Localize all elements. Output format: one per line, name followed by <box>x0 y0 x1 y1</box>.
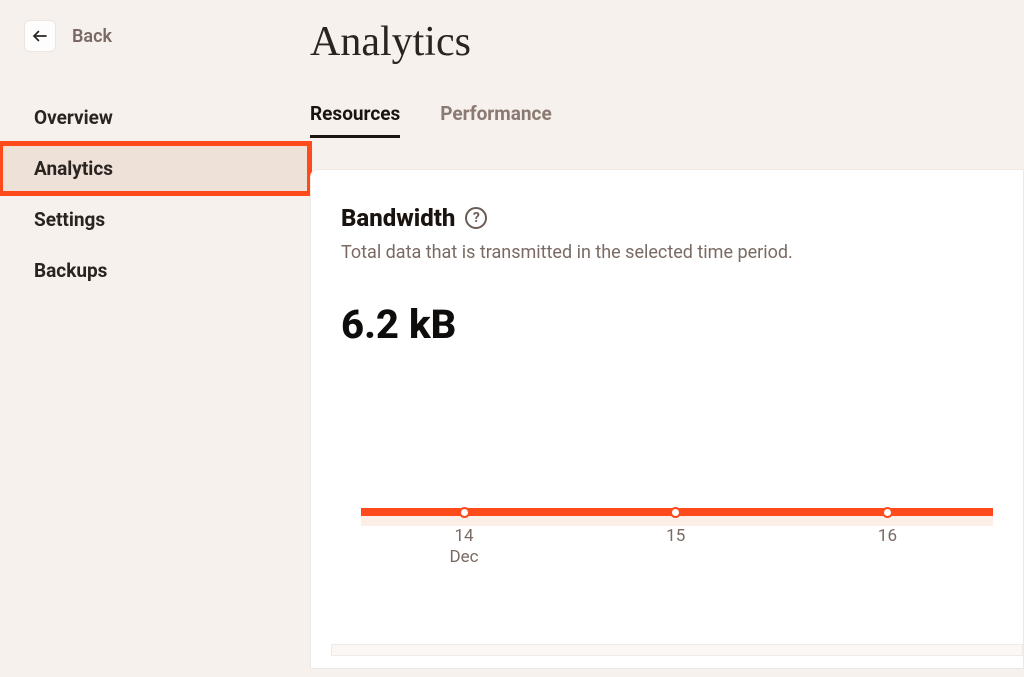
question-mark-icon: ? <box>473 210 480 226</box>
chart-point[interactable] <box>670 507 681 518</box>
bandwidth-card: Bandwidth ? Total data that is transmitt… <box>310 169 1024 669</box>
sidebar: Back Overview Analytics Settings Backups <box>0 0 310 677</box>
chart-point[interactable] <box>459 507 470 518</box>
help-icon[interactable]: ? <box>465 207 487 229</box>
tabs: Resources Performance <box>310 102 1024 139</box>
tab-resources[interactable]: Resources <box>310 102 400 138</box>
chart-x-labels: 14Dec1516 <box>361 526 993 564</box>
tab-label: Performance <box>440 102 551 125</box>
sidebar-item-label: Backups <box>34 259 107 282</box>
chart-x-label: 15 <box>666 526 685 547</box>
back-button[interactable] <box>24 20 56 52</box>
card-title-row: Bandwidth ? <box>341 204 993 232</box>
page-title: Analytics <box>310 18 1024 66</box>
chart-scrubber[interactable] <box>331 644 1023 656</box>
back-row: Back <box>0 20 310 52</box>
card-description: Total data that is transmitted in the se… <box>341 242 993 263</box>
sidebar-item-label: Overview <box>34 106 113 129</box>
chart-plot <box>361 384 993 514</box>
sidebar-item-backups[interactable]: Backups <box>0 245 310 296</box>
chart-x-label: 14Dec <box>449 526 478 569</box>
sidebar-nav: Overview Analytics Settings Backups <box>0 92 310 296</box>
sidebar-item-settings[interactable]: Settings <box>0 194 310 245</box>
main-content: Analytics Resources Performance Bandwidt… <box>310 0 1024 677</box>
sidebar-item-overview[interactable]: Overview <box>0 92 310 143</box>
arrow-left-icon <box>31 27 49 45</box>
sidebar-item-label: Settings <box>34 208 105 231</box>
metric-value: 6.2 kB <box>341 301 993 348</box>
sidebar-item-label: Analytics <box>34 157 113 180</box>
app-frame: Back Overview Analytics Settings Backups… <box>0 0 1024 677</box>
tab-label: Resources <box>310 102 400 125</box>
sidebar-item-analytics[interactable]: Analytics <box>0 143 310 194</box>
back-label[interactable]: Back <box>72 26 112 47</box>
chart-fill <box>361 516 993 526</box>
card-title: Bandwidth <box>341 204 455 232</box>
chart-point[interactable] <box>882 507 893 518</box>
bandwidth-chart: 14Dec1516 <box>361 384 993 564</box>
tab-performance[interactable]: Performance <box>440 102 551 138</box>
chart-x-label: 16 <box>878 526 897 547</box>
